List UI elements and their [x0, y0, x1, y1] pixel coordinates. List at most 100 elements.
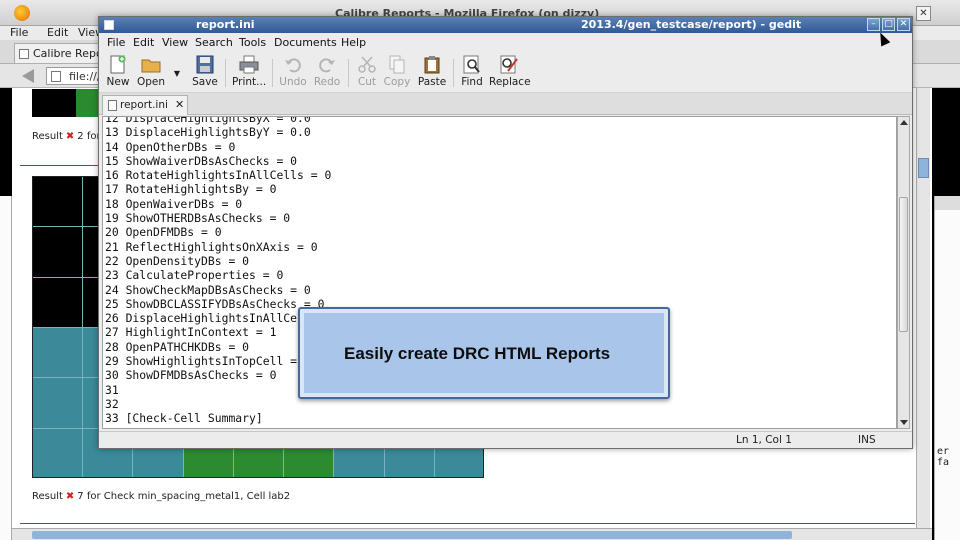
firefox-menu-file[interactable]: File — [10, 26, 28, 39]
editor-line: 34 GroupBy = Check/Cell — [105, 426, 345, 428]
clipboard-icon — [424, 56, 440, 74]
firefox-menu-edit[interactable]: Edit — [47, 26, 68, 39]
editor-line: 21 ReflectHighlightsOnXAxis = 0 — [105, 239, 318, 254]
error-x-icon: ✖ — [65, 491, 75, 502]
document-icon — [104, 20, 114, 30]
minimize-icon[interactable]: – — [867, 18, 880, 31]
scroll-down-arrow-icon[interactable] — [900, 420, 908, 425]
toolbar-separator — [272, 59, 273, 87]
divider — [20, 165, 100, 166]
editor-line: 19 ShowOTHERDBsAsChecks = 0 — [105, 211, 291, 226]
scissors-icon — [358, 56, 376, 73]
gedit-titlebar: report.ini 2013.4/gen_testcase/report) -… — [99, 17, 912, 33]
editor-line: 14 OpenOtherDBs = 0 — [105, 139, 236, 154]
layout-cell — [33, 328, 84, 379]
firefox-tab[interactable]: Calibre Repo — [14, 43, 104, 63]
search-icon — [463, 55, 480, 74]
toolbar-separator — [453, 59, 454, 87]
scroll-thumb[interactable] — [918, 158, 929, 178]
result-line-bottom: Result ✖ 7 for Check min_spacing_metal1, C… — [32, 491, 291, 502]
redo-icon — [319, 58, 335, 73]
right-window-edge: er fa — [934, 196, 960, 540]
menu-search[interactable]: Search — [195, 36, 233, 49]
layout-cell — [33, 177, 84, 228]
left-window-edge — [0, 196, 12, 540]
firefox-icon — [14, 5, 30, 21]
gedit-title-right: 2013.4/gen_testcase/report) - gedit — [581, 18, 802, 31]
cursor-position: Ln 1, Col 1 — [736, 434, 792, 446]
error-x-icon: ✖ — [65, 131, 75, 142]
chevron-down-icon: ▼ — [173, 69, 181, 78]
editor-line: 24 ShowCheckMapDBsAsChecks = 0 — [105, 282, 311, 297]
paste-button[interactable]: Paste — [417, 55, 447, 91]
new-button[interactable]: New — [105, 55, 131, 91]
printer-icon — [239, 55, 259, 74]
tab-close-icon[interactable]: ✕ — [175, 98, 184, 111]
scroll-thumb[interactable] — [32, 531, 792, 539]
editor-line: 15 ShowWaiverDBsAsChecks = 0 — [105, 153, 298, 168]
gedit-toolbar: New Open ▼ Save Print... Undo Redo Cut C… — [99, 53, 912, 93]
cut-button[interactable]: Cut — [355, 55, 379, 91]
print-button[interactable]: Print... — [232, 55, 266, 91]
side-right-text: er fa — [937, 446, 950, 468]
menu-file[interactable]: File — [107, 36, 125, 49]
layout-cell — [33, 277, 84, 328]
scroll-up-arrow-icon[interactable] — [900, 120, 908, 125]
toolbar-separator — [348, 59, 349, 87]
menu-documents[interactable]: Documents — [274, 36, 337, 49]
find-button[interactable]: Find — [459, 55, 485, 91]
editor-line: 32 — [105, 396, 119, 411]
save-button[interactable]: Save — [191, 55, 219, 91]
editor-vertical-scrollbar[interactable] — [897, 116, 910, 429]
editor-line: 33 [Check-Cell Summary] — [105, 411, 263, 426]
tab-label: report.ini — [120, 99, 168, 111]
floppy-disk-icon — [196, 55, 214, 74]
gedit-tab-bar: report.ini ✕ — [99, 93, 912, 115]
page-icon — [51, 71, 61, 82]
editor-line: 13 DisplaceHighlightsByY = 0.0 — [105, 125, 311, 140]
copy-button[interactable]: Copy — [383, 55, 411, 91]
firefox-horizontal-scrollbar[interactable] — [12, 528, 932, 540]
document-icon — [108, 100, 117, 111]
undo-icon — [285, 58, 301, 73]
caption-overlay: Easily create DRC HTML Reports — [298, 307, 670, 399]
back-arrow-icon[interactable] — [22, 69, 34, 83]
editor-line: 22 OpenDensityDBs = 0 — [105, 253, 250, 268]
folder-icon — [141, 59, 161, 73]
gedit-title-left: report.ini — [196, 18, 255, 31]
gedit-menubar: File Edit View Search Tools Documents He… — [99, 33, 912, 53]
result-line-top: Result ✖ 2 for — [32, 131, 101, 142]
open-dropdown[interactable]: ▼ — [171, 55, 183, 91]
editor-line: 17 RotateHighlightsBy = 0 — [105, 182, 277, 197]
maximize-icon[interactable]: □ — [882, 18, 895, 31]
undo-button[interactable]: Undo — [279, 55, 307, 91]
editor-line: 18 OpenWaiverDBs = 0 — [105, 196, 243, 211]
copy-icon — [389, 55, 405, 74]
firefox-tab-label: Calibre Repo — [33, 47, 103, 60]
close-icon[interactable]: ✕ — [897, 18, 910, 31]
menu-help[interactable]: Help — [341, 36, 366, 49]
editor-line: 20 OpenDFMDBs = 0 — [105, 225, 222, 240]
toolbar-separator — [225, 59, 226, 87]
page-icon — [19, 49, 29, 59]
caption-text: Easily create DRC HTML Reports — [344, 344, 611, 363]
redo-button[interactable]: Redo — [313, 55, 341, 91]
gedit-statusbar: Ln 1, Col 1 INS — [99, 431, 912, 448]
side-bar — [935, 196, 960, 210]
menu-tools[interactable]: Tools — [239, 36, 266, 49]
new-document-icon — [110, 55, 126, 74]
menu-edit[interactable]: Edit — [133, 36, 154, 49]
scroll-thumb[interactable] — [899, 197, 908, 332]
firefox-close-icon[interactable]: ✕ — [916, 6, 931, 21]
menu-view[interactable]: View — [162, 36, 188, 49]
replace-button[interactable]: Replace — [489, 55, 531, 91]
layout-cell — [33, 428, 84, 477]
url-text: file:/// — [69, 70, 101, 83]
editor-line: 23 CalculateProperties = 0 — [105, 268, 284, 283]
editor-line: 12 DisplaceHighlightsByX = 0.0 — [105, 116, 311, 125]
layout-cell — [33, 378, 84, 429]
layout-cell — [33, 227, 84, 278]
tab-report-ini[interactable]: report.ini ✕ — [102, 95, 188, 115]
open-button[interactable]: Open — [135, 55, 167, 91]
firefox-vertical-scrollbar[interactable] — [916, 88, 930, 528]
